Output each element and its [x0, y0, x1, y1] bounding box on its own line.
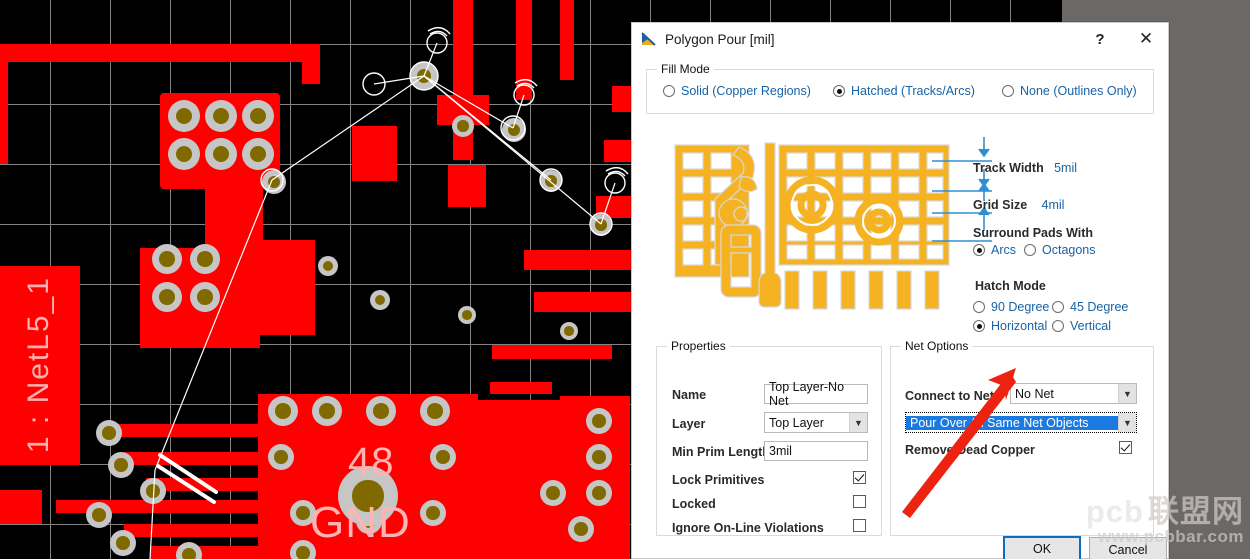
radio-dot-icon [973, 320, 985, 332]
connect-to-net-value: No Net [1015, 386, 1054, 401]
watermark: pcb 联盟网 www.pcbbar.com [1086, 496, 1244, 547]
help-button[interactable]: ? [1078, 23, 1122, 55]
radio-label: Vertical [1070, 319, 1111, 333]
radio-dot-icon [833, 85, 845, 97]
name-input[interactable]: Top Layer-No Net [764, 380, 868, 408]
radio-label: Solid (Copper Regions) [681, 84, 811, 98]
dialog-title: Polygon Pour [mil] [665, 31, 775, 47]
hatch-preview-illustration [667, 133, 957, 318]
radio-dot-icon [973, 301, 985, 313]
close-icon[interactable]: ✕ [1124, 23, 1168, 55]
track-width-row: Track Width 5mil [973, 161, 1077, 175]
ignore-violations-checkbox[interactable] [853, 519, 866, 532]
radio-dot-icon [1052, 320, 1064, 332]
grid-size-value[interactable]: 4mil [1042, 198, 1065, 212]
dialog-titlebar[interactable]: Polygon Pour [mil] ? ✕ [632, 23, 1168, 55]
locked-label: Locked [672, 497, 716, 511]
layer-combo[interactable]: Top Layer ▼ [764, 412, 868, 433]
min-prim-length-input[interactable]: 3mil [764, 441, 868, 461]
radio-hatch-horizontal[interactable]: Horizontal [973, 319, 1047, 333]
chevron-down-icon[interactable]: ▼ [1118, 413, 1136, 432]
ignore-violations-label: Ignore On-Line Violations [672, 521, 824, 535]
radio-label: 90 Degree [991, 300, 1050, 314]
locked-checkbox[interactable] [853, 495, 866, 508]
radio-none-outlines-only[interactable]: None (Outlines Only) [1002, 84, 1137, 98]
watermark-brand-cn: 联盟网 [1148, 493, 1244, 529]
name-input-value: Top Layer-No Net [769, 380, 845, 408]
radio-dot-icon [1024, 244, 1036, 256]
ruler-triangle-icon [641, 31, 657, 47]
chevron-down-icon[interactable]: ▼ [1118, 384, 1136, 403]
pour-over-value: Pour Over All Same Net Objects [906, 415, 1118, 430]
radio-surround-octagons[interactable]: Octagons [1024, 243, 1096, 257]
track-width-value[interactable]: 5mil [1054, 161, 1077, 175]
polygon-pour-dialog: Polygon Pour [mil] ? ✕ Fill Mode Solid (… [631, 22, 1169, 559]
layer-combo-value: Top Layer [769, 415, 824, 430]
radio-label: None (Outlines Only) [1020, 84, 1137, 98]
lock-primitives-label: Lock Primitives [672, 473, 765, 487]
name-label: Name [672, 388, 707, 402]
radio-hatch-vertical[interactable]: Vertical [1052, 319, 1111, 333]
lock-primitives-checkbox[interactable] [853, 471, 866, 484]
radio-label: 45 Degree [1070, 300, 1129, 314]
radio-surround-arcs[interactable]: Arcs [973, 243, 1016, 257]
properties-legend: Properties [667, 339, 730, 353]
remove-dead-copper-label: Remove Dead Copper [905, 443, 1035, 457]
ok-button[interactable]: OK [1003, 536, 1081, 559]
radio-label: Arcs [991, 243, 1016, 257]
layer-label: Layer [672, 417, 706, 431]
radio-hatched-tracks-arcs[interactable]: Hatched (Tracks/Arcs) [833, 84, 975, 98]
hatch-mode-label: Hatch Mode [975, 279, 1046, 293]
watermark-brand: pcb [1085, 493, 1144, 529]
net-options-legend: Net Options [901, 339, 973, 353]
pour-over-combo[interactable]: Pour Over All Same Net Objects ▼ [905, 412, 1137, 433]
radio-dot-icon [1052, 301, 1064, 313]
grid-size-row: Grid Size 4mil [973, 198, 1064, 212]
grid-size-label: Grid Size [973, 198, 1028, 212]
properties-group: Properties Name Top Layer-No Net Layer T… [656, 339, 882, 536]
radio-label: Hatched (Tracks/Arcs) [851, 84, 975, 98]
remove-dead-copper-checkbox[interactable] [1119, 441, 1132, 454]
connect-to-net-label: Connect to Net [905, 389, 994, 403]
radio-label: Horizontal [991, 319, 1048, 333]
radio-dot-icon [973, 244, 985, 256]
track-width-label: Track Width [973, 161, 1044, 175]
fill-mode-group: Fill Mode Solid (Copper Regions) Hatched… [646, 62, 1154, 114]
connect-to-net-combo[interactable]: No Net ▼ [1010, 383, 1137, 404]
radio-solid-copper-regions[interactable]: Solid (Copper Regions) [663, 84, 811, 98]
watermark-url: www.pcbbar.com [1097, 526, 1244, 546]
radio-hatch-90-degree[interactable]: 90 Degree [973, 300, 1049, 314]
radio-dot-icon [1002, 85, 1014, 97]
min-prim-length-label: Min Prim Length [672, 445, 770, 459]
screen: 1 : NetL5_1 48 GND Polygon Pour [mil] ? … [0, 0, 1250, 559]
surround-pads-label: Surround Pads With [973, 226, 1094, 240]
fill-mode-legend: Fill Mode [657, 62, 714, 76]
chevron-down-icon[interactable]: ▼ [849, 413, 867, 432]
radio-hatch-45-degree[interactable]: 45 Degree [1052, 300, 1128, 314]
radio-dot-icon [663, 85, 675, 97]
min-prim-length-value: 3mil [769, 444, 792, 458]
radio-label: Octagons [1042, 243, 1096, 257]
